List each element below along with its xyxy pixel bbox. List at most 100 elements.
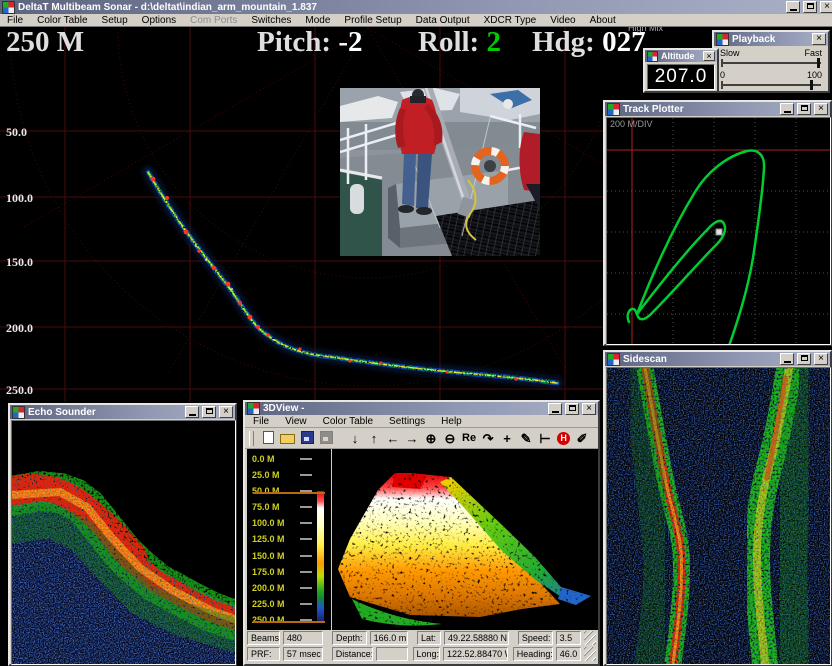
toolbar-grip[interactable]: [249, 431, 254, 446]
new-file-button[interactable]: [261, 431, 275, 446]
pan-down-button[interactable]: ↓: [348, 431, 362, 446]
crosshair-button[interactable]: +: [500, 431, 514, 446]
menu-video[interactable]: Video: [543, 15, 582, 26]
minimize-button[interactable]: [780, 103, 794, 115]
minimize-button[interactable]: [786, 1, 800, 13]
depth-scale-label: 175.0 M: [252, 567, 296, 577]
maximize-button[interactable]: [565, 403, 579, 415]
menu-color-table[interactable]: Color Table: [30, 15, 94, 26]
sidescan-view: [606, 367, 831, 665]
menu-com-ports: Com Ports: [183, 15, 244, 26]
maximize-icon: [801, 355, 808, 361]
close-button[interactable]: ×: [582, 403, 596, 415]
sidescan-titlebar[interactable]: Sidescan ×: [605, 352, 830, 366]
minimize-icon: [189, 414, 196, 416]
hold-button[interactable]: H: [557, 432, 570, 445]
beams-value: 480: [283, 631, 323, 645]
profile-button[interactable]: ⊢: [538, 431, 552, 446]
playback-title: Playback: [732, 34, 809, 45]
roll-label: Roll:: [418, 26, 479, 58]
depth-tick-50: 50.0: [6, 125, 27, 140]
distance-value: [376, 647, 407, 661]
maximize-button[interactable]: [797, 353, 811, 365]
position-slider-handle[interactable]: [810, 80, 813, 90]
view3d-titlebar[interactable]: 3DView - ×: [245, 402, 598, 415]
depth-scale-label: 150.0 M: [252, 551, 296, 561]
depth-scale-label: 25.0 M: [252, 470, 296, 480]
close-button[interactable]: ×: [703, 51, 715, 61]
deltat-application: DeltaT Multibeam Sonar - d:\deltat\india…: [0, 0, 832, 666]
measure-button[interactable]: ✎: [519, 431, 533, 446]
zoom-in-button[interactable]: ⊕: [424, 431, 438, 446]
erase-button[interactable]: ✐: [575, 431, 589, 446]
close-button[interactable]: ×: [820, 1, 832, 13]
long-label: Long:: [413, 647, 441, 661]
menu-options[interactable]: Options: [135, 15, 183, 26]
depth-label: Depth:: [332, 631, 367, 645]
resize-grip[interactable]: [584, 647, 596, 661]
lat-value: 49.22.58880 N: [444, 631, 509, 645]
roll-readout: Roll: 2: [418, 26, 501, 59]
terrain-3d-view[interactable]: [332, 449, 597, 630]
menu-about[interactable]: About: [583, 15, 623, 26]
menu-xdcr-type[interactable]: XDCR Type: [477, 15, 544, 26]
maximize-button[interactable]: [202, 406, 216, 418]
menu-profile-setup[interactable]: Profile Setup: [337, 15, 408, 26]
app-icon: [12, 406, 25, 419]
altitude-window: Altitude × 207.0: [643, 48, 719, 93]
close-button[interactable]: ×: [814, 353, 828, 365]
echo-sounder-titlebar[interactable]: Echo Sounder ×: [10, 405, 235, 419]
save-file-button[interactable]: [300, 431, 314, 446]
menu-view[interactable]: View: [277, 416, 315, 427]
playback-speed-slider[interactable]: [721, 58, 821, 68]
menu-mode[interactable]: Mode: [298, 15, 337, 26]
pan-up-button[interactable]: ↑: [367, 431, 381, 446]
range-scale-label: 250 M: [6, 26, 84, 59]
menu-help[interactable]: Help: [433, 416, 470, 427]
playback-titlebar[interactable]: Playback ×: [714, 32, 828, 46]
menu-color-table[interactable]: Color Table: [315, 416, 381, 427]
menu-settings[interactable]: Settings: [381, 416, 433, 427]
sidescan-title: Sidescan: [623, 354, 777, 365]
menu-file[interactable]: File: [245, 416, 277, 427]
view3d-menubar: File View Color Table Settings Help: [245, 415, 598, 428]
resize-grip[interactable]: [584, 631, 596, 645]
main-titlebar[interactable]: DeltaT Multibeam Sonar - d:\deltat\india…: [0, 0, 832, 14]
menu-data-output[interactable]: Data Output: [409, 15, 477, 26]
pan-right-button[interactable]: →: [405, 431, 419, 446]
speed-slider-handle[interactable]: [817, 58, 820, 68]
depth-scale-label: 100.0 M: [252, 518, 296, 528]
zoom-out-button[interactable]: ⊖: [443, 431, 457, 446]
open-file-button[interactable]: [280, 431, 295, 446]
redraw-button[interactable]: Re: [462, 431, 476, 446]
close-button[interactable]: ×: [219, 406, 233, 418]
maximize-button[interactable]: [797, 103, 811, 115]
close-button[interactable]: ×: [812, 33, 826, 45]
heading-value: 46.0: [556, 647, 582, 661]
track-plotter-titlebar[interactable]: Track Plotter ×: [605, 102, 830, 116]
prf-label: PRF:: [247, 647, 280, 661]
restore-button[interactable]: [803, 1, 817, 13]
minimize-button[interactable]: [780, 353, 794, 365]
rotate-button[interactable]: ↷: [481, 431, 495, 446]
maximize-icon: [801, 105, 808, 111]
main-menubar: File Color Table Setup Options Com Ports…: [0, 14, 832, 27]
minimize-button[interactable]: [185, 406, 199, 418]
pan-left-button[interactable]: ←: [386, 431, 400, 446]
view3d-toolbar: ↓ ↑ ← → ⊕ ⊖ Re ↷ + ✎ ⊢ H ✐: [245, 428, 598, 449]
playback-position-slider[interactable]: [721, 80, 821, 90]
pitch-value: -2: [338, 26, 362, 58]
menu-switches[interactable]: Switches: [244, 15, 298, 26]
close-button[interactable]: ×: [814, 103, 828, 115]
lat-label: Lat:: [417, 631, 441, 645]
app-icon: [647, 51, 658, 62]
prf-value: 57 msec: [283, 647, 323, 661]
minimize-button[interactable]: [548, 403, 562, 415]
menu-setup[interactable]: Setup: [95, 15, 135, 26]
depth-value: 166.0 m: [370, 631, 408, 645]
track-plotter-window: Track Plotter × 200 M/DIV: [603, 100, 832, 346]
altitude-titlebar[interactable]: Altitude ×: [645, 50, 717, 62]
save-disk-icon: [301, 431, 314, 444]
heading-label: Hdg:: [532, 26, 595, 58]
menu-file[interactable]: File: [0, 15, 30, 26]
